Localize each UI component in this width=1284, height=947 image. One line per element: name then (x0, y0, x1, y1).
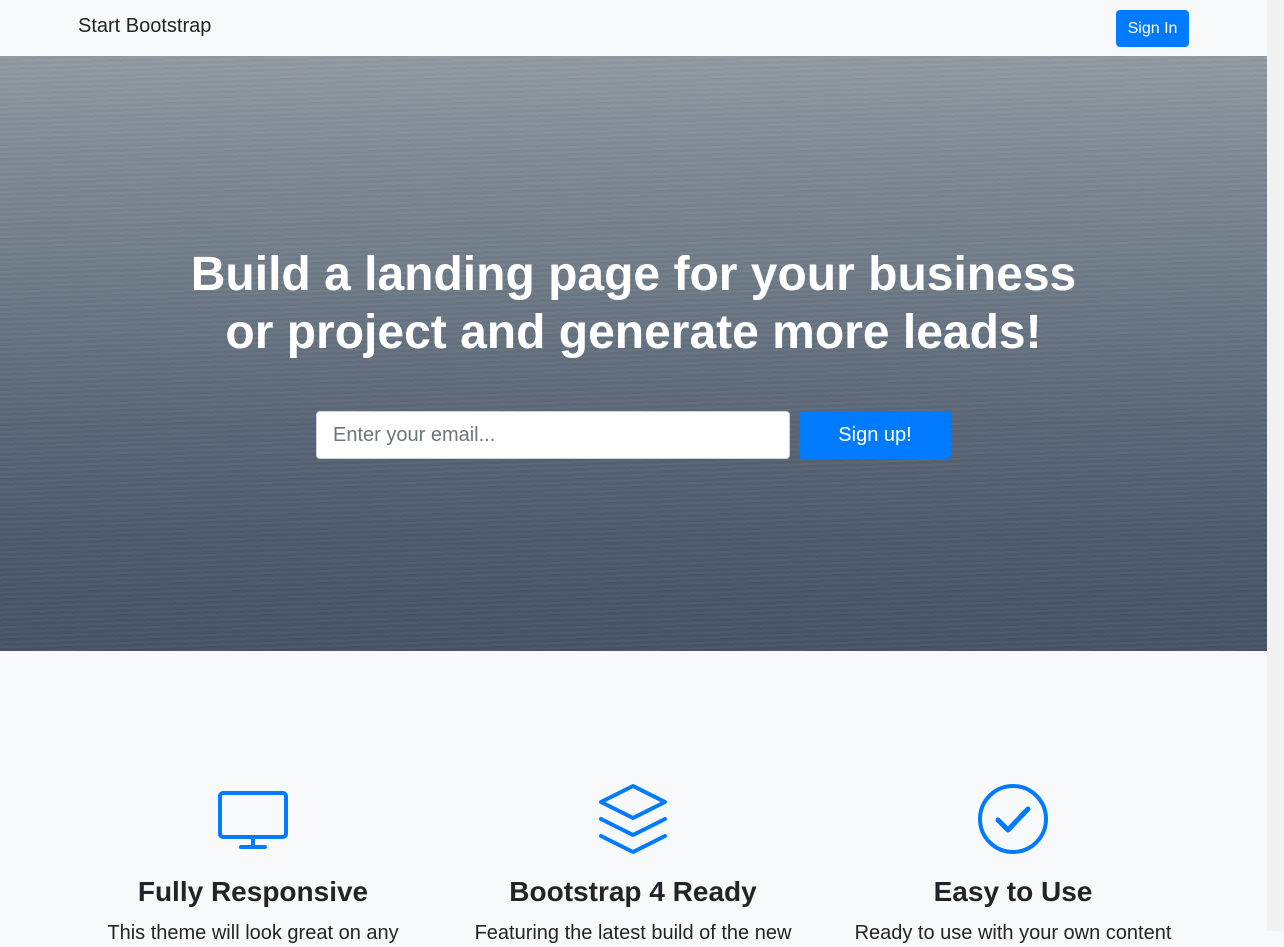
page-scrollbar[interactable] (1267, 0, 1284, 931)
sign-in-button[interactable]: Sign In (1116, 10, 1189, 47)
feature-description: This theme will look great on any (107, 922, 399, 944)
features-section: Fully Responsive This theme will look gr… (0, 651, 1267, 944)
feature-title: Easy to Use (933, 876, 1093, 907)
brand-link[interactable]: Start Bootstrap (78, 15, 211, 38)
email-input[interactable] (316, 411, 790, 459)
hero-headline-line-1: Build a landing page for your business (190, 248, 1077, 301)
feature-title: Bootstrap 4 Ready (509, 876, 757, 907)
desktop-icon (218, 791, 288, 849)
feature-description: Featuring the latest build of the new (474, 922, 792, 944)
check-circle-icon (978, 784, 1048, 854)
feature-description: Ready to use with your own content (854, 922, 1172, 944)
navbar: Start Bootstrap Sign In (0, 0, 1267, 56)
masthead: Build a landing page for your business o… (0, 56, 1267, 651)
sign-up-button[interactable]: Sign up! (799, 411, 951, 459)
feature-title: Fully Responsive (137, 876, 369, 907)
layers-icon (599, 784, 667, 854)
hero-headline: Build a landing page for your business o… (0, 246, 1267, 362)
hero-headline-line-2: or project and generate more leads! (225, 306, 1042, 359)
